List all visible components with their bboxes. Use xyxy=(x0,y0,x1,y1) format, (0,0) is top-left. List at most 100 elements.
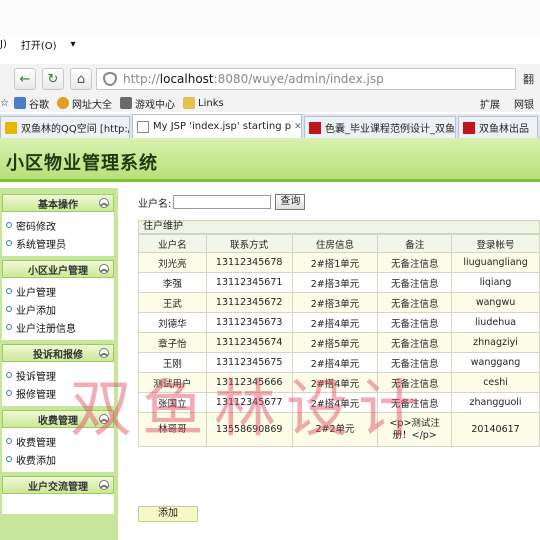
table-row[interactable]: 章子怡 13112345674 2#搭5单元 无备注信息 zhnagziyi xyxy=(138,332,540,353)
table-row[interactable]: 王武 13112345672 2#搭3单元 无备注信息 wangwu xyxy=(138,292,540,313)
chevron-down-icon[interactable]: ▾ xyxy=(71,39,76,50)
table-cell: 无备注信息 xyxy=(377,332,453,353)
table-cell: zhnagziyi xyxy=(451,332,540,353)
table-row[interactable]: 刘光亮 13112345678 2#搭1单元 无备注信息 liuguangliang xyxy=(138,252,540,273)
sidebar-section-basic[interactable]: 基本操作 ︽ xyxy=(2,194,114,212)
table-cell: 无备注信息 xyxy=(377,352,453,373)
window-title-strip xyxy=(0,0,540,36)
column-header: 联系方式 xyxy=(205,234,293,253)
table-cell: 2#搭4单元 xyxy=(291,392,379,413)
favorite-link[interactable]: 游戏中心 xyxy=(120,96,175,111)
table-row[interactable]: 王刚 13112345675 2#搭4单元 无备注信息 wanggang xyxy=(138,352,540,373)
tab-label: 双鱼林的QQ空间 [http://287 xyxy=(21,124,129,135)
sidebar-section-body xyxy=(2,494,114,514)
collapse-icon[interactable]: ︽ xyxy=(99,414,109,424)
column-header: 备注 xyxy=(377,234,453,253)
extensions-button[interactable]: 扩展 xyxy=(480,96,500,111)
favorite-link[interactable]: 谷歌 xyxy=(14,96,49,111)
sidebar-item-resident-add[interactable]: 业户添加 xyxy=(6,300,114,318)
sidebar-item-resident-manage[interactable]: 业户管理 xyxy=(6,282,114,300)
sidebar-item-admins[interactable]: 系统管理员 xyxy=(6,234,114,252)
table-row[interactable]: 刘德华 13112345673 2#搭4单元 无备注信息 liudehua xyxy=(138,312,540,333)
home-button[interactable]: ⌂ xyxy=(70,68,92,90)
column-header: 登录帐号 xyxy=(451,234,540,253)
section-title: 业户交流管理 xyxy=(28,481,88,493)
site-icon xyxy=(463,121,475,134)
sidebar-item-complaints[interactable]: 投诉管理 xyxy=(6,366,114,384)
collapse-icon[interactable]: ︽ xyxy=(99,480,109,490)
search-label: 业户名: xyxy=(138,198,172,210)
table-cell: 2#搭4单元 xyxy=(291,372,379,393)
section-title: 小区业户管理 xyxy=(28,265,88,277)
table-cell: 13112345677 xyxy=(205,392,293,413)
back-button[interactable]: ← xyxy=(14,68,36,90)
table-cell: 13112345671 xyxy=(205,272,293,293)
sidebar-item-resident-registrations[interactable]: 业户注册信息 xyxy=(6,318,114,336)
refresh-button[interactable]: ↻ xyxy=(42,68,64,90)
sidebar-section-residents[interactable]: 小区业户管理 ︽ xyxy=(2,260,114,278)
menu-item[interactable]: J) xyxy=(0,39,7,50)
home-icon: ⌂ xyxy=(76,71,86,87)
table-cell: 测试用户 xyxy=(138,372,207,393)
collapse-icon[interactable]: ︽ xyxy=(99,264,109,274)
menu-item-open[interactable]: 打开(O) xyxy=(21,37,57,52)
favorites-star-icon[interactable]: ☆ xyxy=(0,98,14,109)
sidebar-item-change-password[interactable]: 密码修改 xyxy=(6,216,114,234)
table-cell: 20140617 xyxy=(451,412,540,447)
section-title: 投诉和报修 xyxy=(33,349,83,361)
table-cell: 2#搭4单元 xyxy=(291,312,379,333)
table-header-row: 业户名 联系方式 住房信息 备注 登录帐号 xyxy=(138,234,540,253)
qq-space-icon xyxy=(5,121,17,134)
address-bar[interactable]: http://localhost:8080/wuye/admin/index.j… xyxy=(96,68,516,90)
favorite-label: 网址大全 xyxy=(72,99,112,111)
column-header: 业户名 xyxy=(138,234,207,253)
app-title: 小区物业管理系统 xyxy=(6,153,158,174)
back-arrow-icon: ← xyxy=(19,71,31,87)
close-tab-icon[interactable]: ✕ xyxy=(294,122,301,132)
table-cell: 2#搭5单元 xyxy=(291,332,379,353)
collapse-icon[interactable]: ︽ xyxy=(99,198,109,208)
collapse-icon[interactable]: ︽ xyxy=(99,348,109,358)
column-header: 住房信息 xyxy=(291,234,379,253)
sidebar-section-body: 业户管理 业户添加 业户注册信息 xyxy=(2,278,114,340)
browser-tab-active[interactable]: My JSP 'index.jsp' starting p ✕ xyxy=(132,114,302,138)
table-cell: 2#2单元 xyxy=(291,412,379,447)
table-cell: wangwu xyxy=(451,292,540,313)
sidebar-section-communication[interactable]: 业户交流管理 ︽ xyxy=(2,476,114,494)
app-header: 小区物业管理系统 xyxy=(0,138,540,182)
table-cell: 13558690869 xyxy=(205,412,293,447)
sidebar-section-body: 投诉管理 报修管理 xyxy=(2,362,114,406)
security-shield-icon xyxy=(103,72,117,86)
sidebar-section-complaints[interactable]: 投诉和报修 ︽ xyxy=(2,344,114,362)
favorite-link[interactable]: Links xyxy=(183,97,224,109)
tab-label: 双鱼林出品 xyxy=(479,124,529,135)
table-row[interactable]: 张国立 13112345677 2#搭4单元 无备注信息 zhangguoli xyxy=(138,392,540,413)
table-cell: 无备注信息 xyxy=(377,292,453,313)
sidebar-item-repairs[interactable]: 报修管理 xyxy=(6,384,114,402)
table-cell: <p>测试注册！</p> xyxy=(377,412,453,447)
online-banking-button[interactable]: 网银 xyxy=(514,96,534,111)
table-cell: liqiang xyxy=(451,272,540,293)
resident-name-input[interactable] xyxy=(173,195,272,209)
table-cell: 无备注信息 xyxy=(377,252,453,273)
tab-bar: 双鱼林的QQ空间 [http://287 My JSP 'index.jsp' … xyxy=(0,114,540,138)
table-cell: 13112345673 xyxy=(205,312,293,333)
browser-tab[interactable]: 色囊_毕业课程范例设计_双鱼 xyxy=(304,116,456,138)
add-button[interactable]: 添加 xyxy=(138,506,198,522)
table-cell: 2#搭4单元 xyxy=(291,352,379,373)
search-button[interactable]: 查询 xyxy=(275,194,306,210)
browser-tab[interactable]: 双鱼林出品 xyxy=(458,116,538,138)
sidebar-item-fee-add[interactable]: 收费添加 xyxy=(6,450,114,468)
favorite-link[interactable]: 网址大全 xyxy=(57,96,112,111)
table-cell: 无备注信息 xyxy=(377,312,453,333)
translate-button[interactable]: 翻 xyxy=(523,71,534,87)
sidebar-item-fee-manage[interactable]: 收费管理 xyxy=(6,432,114,450)
sidebar-section-body: 收费管理 收费添加 xyxy=(2,428,114,472)
table-row[interactable]: 李强 13112345671 2#搭3单元 无备注信息 liqiang xyxy=(138,272,540,293)
table-row[interactable]: 测试用户 13112345666 2#搭4单元 无备注信息 ceshi xyxy=(138,372,540,393)
table-cell: 13112345674 xyxy=(205,332,293,353)
browser-tab[interactable]: 双鱼林的QQ空间 [http://287 xyxy=(0,116,130,138)
sidebar-section-fees[interactable]: 收费管理 ︽ xyxy=(2,410,114,428)
table-row[interactable]: 林哥哥 13558690869 2#2单元 <p>测试注册！</p> 20140617 xyxy=(138,412,540,447)
table-cell: wanggang xyxy=(451,352,540,373)
